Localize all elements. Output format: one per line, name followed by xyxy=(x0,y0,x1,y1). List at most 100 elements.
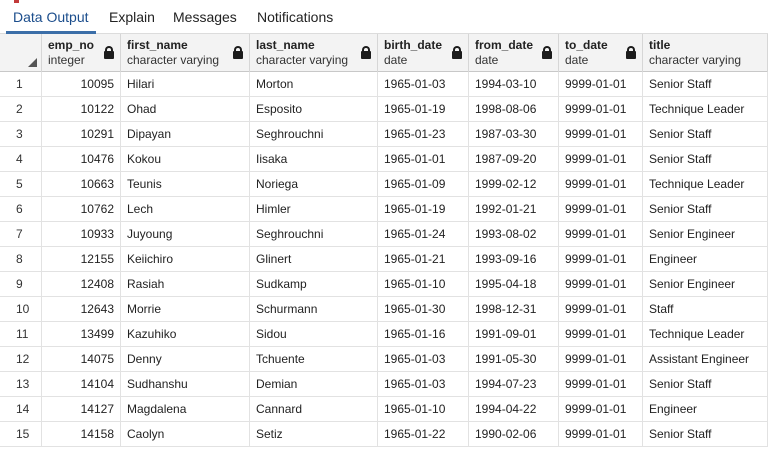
cell-title[interactable]: Senior Staff xyxy=(643,197,768,222)
cell-birth_date[interactable]: 1965-01-03 xyxy=(378,347,469,372)
cell-emp_no[interactable]: 10291 xyxy=(42,122,121,147)
cell-emp_no[interactable]: 14104 xyxy=(42,372,121,397)
cell-birth_date[interactable]: 1965-01-22 xyxy=(378,422,469,447)
cell-birth_date[interactable]: 1965-01-16 xyxy=(378,322,469,347)
cell-first_name[interactable]: Morrie xyxy=(121,297,250,322)
cell-birth_date[interactable]: 1965-01-10 xyxy=(378,397,469,422)
cell-to_date[interactable]: 9999-01-01 xyxy=(559,147,643,172)
cell-from_date[interactable]: 1993-08-02 xyxy=(469,222,559,247)
cell-from_date[interactable]: 1993-09-16 xyxy=(469,247,559,272)
cell-emp_no[interactable]: 10933 xyxy=(42,222,121,247)
cell-title[interactable]: Engineer xyxy=(643,247,768,272)
cell-last_name[interactable]: Morton xyxy=(250,72,378,97)
row-number[interactable]: 13 xyxy=(0,372,42,397)
cell-first_name[interactable]: Dipayan xyxy=(121,122,250,147)
cell-title[interactable]: Technique Leader xyxy=(643,97,768,122)
cell-birth_date[interactable]: 1965-01-03 xyxy=(378,372,469,397)
cell-emp_no[interactable]: 10663 xyxy=(42,172,121,197)
row-number[interactable]: 6 xyxy=(0,197,42,222)
row-number[interactable]: 10 xyxy=(0,297,42,322)
table-row[interactable]: 7 10933 Juyoung Seghrouchni 1965-01-24 1993-0… xyxy=(0,222,768,247)
cell-last_name[interactable]: Esposito xyxy=(250,97,378,122)
cell-title[interactable]: Technique Leader xyxy=(643,322,768,347)
table-row[interactable]: 14 14127 Magdalena Cannard 1965-01-10 1994-04… xyxy=(0,397,768,422)
cell-last_name[interactable]: Setiz xyxy=(250,422,378,447)
cell-to_date[interactable]: 9999-01-01 xyxy=(559,322,643,347)
cell-first_name[interactable]: Teunis xyxy=(121,172,250,197)
cell-emp_no[interactable]: 13499 xyxy=(42,322,121,347)
table-row[interactable]: 4 10476 Kokou Iisaka 1965-01-01 1987-09-20 999… xyxy=(0,147,768,172)
cell-birth_date[interactable]: 1965-01-10 xyxy=(378,272,469,297)
cell-from_date[interactable]: 1998-12-31 xyxy=(469,297,559,322)
cell-title[interactable]: Senior Staff xyxy=(643,422,768,447)
table-row[interactable]: 1 10095 Hilari Morton 1965-01-03 1994-03-10 99… xyxy=(0,72,768,97)
cell-last_name[interactable]: Schurmann xyxy=(250,297,378,322)
cell-last_name[interactable]: Tchuente xyxy=(250,347,378,372)
table-row[interactable]: 8 12155 Keiichiro Glinert 1965-01-21 1993-09-… xyxy=(0,247,768,272)
cell-emp_no[interactable]: 10095 xyxy=(42,72,121,97)
cell-title[interactable]: Senior Engineer xyxy=(643,222,768,247)
row-number[interactable]: 9 xyxy=(0,272,42,297)
cell-last_name[interactable]: Seghrouchni xyxy=(250,122,378,147)
cell-last_name[interactable]: Sidou xyxy=(250,322,378,347)
cell-emp_no[interactable]: 14075 xyxy=(42,347,121,372)
table-row[interactable]: 11 13499 Kazuhiko Sidou 1965-01-16 1991-09-01… xyxy=(0,322,768,347)
cell-to_date[interactable]: 9999-01-01 xyxy=(559,97,643,122)
cell-emp_no[interactable]: 10762 xyxy=(42,197,121,222)
cell-to_date[interactable]: 9999-01-01 xyxy=(559,122,643,147)
row-number[interactable]: 12 xyxy=(0,347,42,372)
cell-to_date[interactable]: 9999-01-01 xyxy=(559,372,643,397)
cell-to_date[interactable]: 9999-01-01 xyxy=(559,422,643,447)
cell-first_name[interactable]: Caolyn xyxy=(121,422,250,447)
cell-birth_date[interactable]: 1965-01-03 xyxy=(378,72,469,97)
column-header-emp_no[interactable]: emp_no integer xyxy=(42,34,121,72)
row-number[interactable]: 3 xyxy=(0,122,42,147)
cell-to_date[interactable]: 9999-01-01 xyxy=(559,297,643,322)
cell-last_name[interactable]: Glinert xyxy=(250,247,378,272)
row-number[interactable]: 1 xyxy=(0,72,42,97)
cell-from_date[interactable]: 1994-03-10 xyxy=(469,72,559,97)
cell-from_date[interactable]: 1998-08-06 xyxy=(469,97,559,122)
cell-from_date[interactable]: 1991-09-01 xyxy=(469,322,559,347)
column-header-to_date[interactable]: to_date date xyxy=(559,34,643,72)
cell-birth_date[interactable]: 1965-01-09 xyxy=(378,172,469,197)
cell-birth_date[interactable]: 1965-01-19 xyxy=(378,197,469,222)
cell-last_name[interactable]: Cannard xyxy=(250,397,378,422)
row-number[interactable]: 15 xyxy=(0,422,42,447)
cell-from_date[interactable]: 1995-04-18 xyxy=(469,272,559,297)
cell-emp_no[interactable]: 14158 xyxy=(42,422,121,447)
cell-first_name[interactable]: Denny xyxy=(121,347,250,372)
tab-explain[interactable]: Explain xyxy=(102,4,162,34)
tab-notifications[interactable]: Notifications xyxy=(250,4,340,34)
cell-first_name[interactable]: Rasiah xyxy=(121,272,250,297)
table-row[interactable]: 10 12643 Morrie Schurmann 1965-01-30 1998-12-… xyxy=(0,297,768,322)
cell-to_date[interactable]: 9999-01-01 xyxy=(559,172,643,197)
column-header-from_date[interactable]: from_date date xyxy=(469,34,559,72)
cell-to_date[interactable]: 9999-01-01 xyxy=(559,222,643,247)
cell-birth_date[interactable]: 1965-01-01 xyxy=(378,147,469,172)
cell-to_date[interactable]: 9999-01-01 xyxy=(559,247,643,272)
cell-to_date[interactable]: 9999-01-01 xyxy=(559,397,643,422)
tab-data-output[interactable]: Data Output xyxy=(6,4,96,34)
table-row[interactable]: 9 12408 Rasiah Sudkamp 1965-01-10 1995-04-18 9… xyxy=(0,272,768,297)
table-row[interactable]: 3 10291 Dipayan Seghrouchni 1965-01-23 1987-0… xyxy=(0,122,768,147)
row-number[interactable]: 14 xyxy=(0,397,42,422)
cell-birth_date[interactable]: 1965-01-21 xyxy=(378,247,469,272)
select-all-corner[interactable] xyxy=(0,34,42,72)
column-header-last_name[interactable]: last_name character varying xyxy=(250,34,378,72)
cell-first_name[interactable]: Keiichiro xyxy=(121,247,250,272)
cell-from_date[interactable]: 1992-01-21 xyxy=(469,197,559,222)
table-row[interactable]: 13 14104 Sudhanshu Demian 1965-01-03 1994-07-… xyxy=(0,372,768,397)
row-number[interactable]: 5 xyxy=(0,172,42,197)
cell-emp_no[interactable]: 12408 xyxy=(42,272,121,297)
cell-from_date[interactable]: 1994-07-23 xyxy=(469,372,559,397)
cell-from_date[interactable]: 1999-02-12 xyxy=(469,172,559,197)
cell-last_name[interactable]: Seghrouchni xyxy=(250,222,378,247)
cell-to_date[interactable]: 9999-01-01 xyxy=(559,197,643,222)
cell-title[interactable]: Senior Staff xyxy=(643,72,768,97)
cell-title[interactable]: Senior Staff xyxy=(643,372,768,397)
table-row[interactable]: 6 10762 Lech Himler 1965-01-19 1992-01-21 9999… xyxy=(0,197,768,222)
cell-emp_no[interactable]: 10476 xyxy=(42,147,121,172)
cell-from_date[interactable]: 1987-09-20 xyxy=(469,147,559,172)
cell-title[interactable]: Senior Staff xyxy=(643,147,768,172)
